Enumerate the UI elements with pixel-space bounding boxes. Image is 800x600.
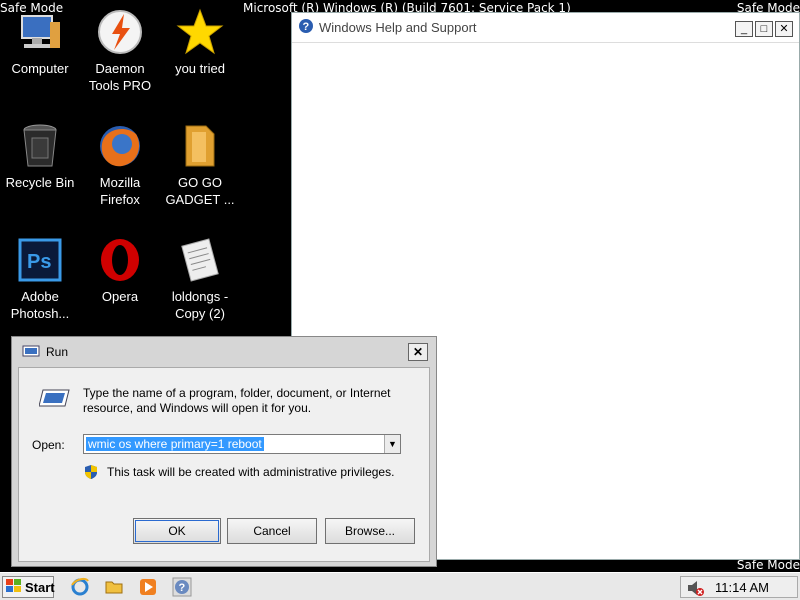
run-title-icon — [22, 344, 40, 361]
taskbar: Start ? 11:14 AM — [0, 572, 800, 600]
photoshop-icon: Ps — [16, 236, 64, 284]
desktop-icon-go-go-gadget[interactable]: GO GO GADGET ... — [160, 122, 240, 208]
media-player-icon[interactable] — [138, 577, 158, 597]
svg-text:?: ? — [303, 21, 310, 33]
chevron-down-icon[interactable]: ▼ — [384, 435, 400, 453]
computer-icon — [16, 8, 64, 56]
close-button[interactable]: ✕ — [775, 21, 793, 37]
desktop-icon-label: loldongs - Copy (2) — [171, 289, 229, 321]
daemon-tools-icon — [96, 8, 144, 56]
run-dialog-titlebar[interactable]: Run ✕ — [12, 337, 436, 367]
desktop-icon-daemon-tools[interactable]: Daemon Tools PRO — [80, 8, 160, 94]
recycle-bin-icon — [16, 122, 64, 170]
run-dialog-body: Type the name of a program, folder, docu… — [18, 367, 430, 562]
folder-icon — [176, 122, 224, 170]
desktop-icon-label: GO GO GADGET ... — [165, 175, 235, 207]
run-description: Type the name of a program, folder, docu… — [83, 386, 391, 415]
desktop-icon-label: Computer — [11, 61, 69, 76]
run-dialog[interactable]: Run ✕ Type the name of a program, folder… — [11, 336, 437, 567]
star-icon — [176, 8, 224, 56]
desktop-icon-label: Adobe Photosh... — [10, 289, 70, 321]
svg-text:Ps: Ps — [27, 251, 51, 273]
ok-button[interactable]: OK — [133, 518, 221, 544]
internet-explorer-icon[interactable] — [70, 577, 90, 597]
open-command-input[interactable]: wmic os where primary=1 reboot — [86, 437, 264, 451]
start-label: Start — [25, 579, 55, 595]
run-close-button[interactable]: ✕ — [408, 343, 428, 361]
desktop-icon-you-tried[interactable]: you tried — [160, 8, 240, 77]
minimize-button[interactable]: _ — [735, 21, 753, 37]
desktop-icon-recycle-bin[interactable]: Recycle Bin — [0, 122, 80, 191]
desktop-icon-loldongs[interactable]: loldongs - Copy (2) — [160, 236, 240, 322]
desktop-icon-label: Mozilla Firefox — [99, 175, 141, 207]
desktop-icon-photoshop[interactable]: Ps Adobe Photosh... — [0, 236, 80, 322]
taskbar-clock[interactable]: 11:14 AM — [715, 580, 769, 595]
desktop-icon-label: you tried — [175, 61, 225, 76]
open-label: Open: — [32, 438, 65, 452]
help-icon: ? — [298, 18, 314, 37]
opera-icon — [96, 236, 144, 284]
desktop-icon-opera[interactable]: Opera — [80, 236, 160, 305]
firefox-icon — [96, 122, 144, 170]
open-command-combobox[interactable]: wmic os where primary=1 reboot ▼ — [83, 434, 401, 454]
start-button[interactable]: Start — [2, 576, 55, 598]
cancel-button[interactable]: Cancel — [227, 518, 317, 544]
windows-logo-icon — [6, 578, 22, 596]
desktop-icon-label: Opera — [101, 289, 139, 304]
uac-shield-icon — [83, 464, 99, 480]
folder-icon[interactable] — [104, 577, 124, 597]
document-icon — [176, 236, 224, 284]
run-program-icon — [38, 386, 71, 410]
desktop-icon-computer[interactable]: Computer — [0, 8, 80, 77]
browse-button[interactable]: Browse... — [325, 518, 415, 544]
system-tray: 11:14 AM — [680, 576, 798, 598]
svg-text:?: ? — [179, 582, 186, 594]
admin-privileges-note: This task will be created with administr… — [107, 465, 395, 479]
help-icon[interactable]: ? — [172, 577, 192, 597]
help-window-title: Windows Help and Support — [319, 20, 477, 35]
help-window-titlebar[interactable]: ? Windows Help and Support — [292, 13, 799, 43]
volume-muted-icon[interactable] — [687, 580, 705, 599]
desktop-icon-label: Daemon Tools PRO — [88, 61, 152, 93]
maximize-button[interactable]: □ — [755, 21, 773, 37]
run-dialog-title: Run — [46, 345, 69, 359]
desktop-icon-firefox[interactable]: Mozilla Firefox — [80, 122, 160, 208]
desktop-icon-label: Recycle Bin — [5, 175, 75, 190]
